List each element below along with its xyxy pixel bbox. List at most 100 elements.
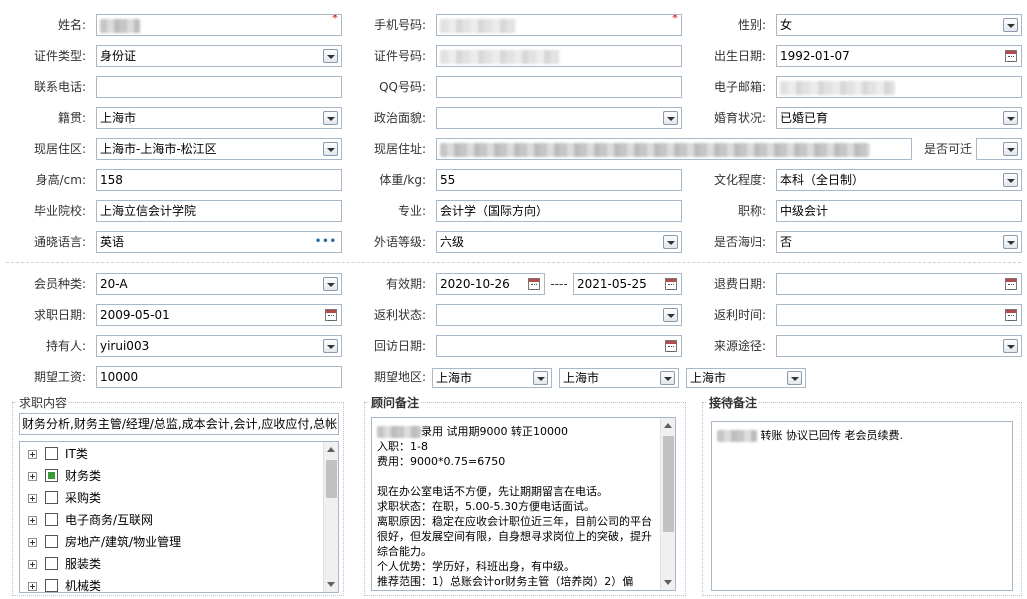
residence-address-field[interactable] — [436, 138, 912, 160]
native-place-select[interactable]: 上海市 — [96, 107, 342, 129]
more-icon[interactable]: ••• — [315, 237, 337, 247]
chevron-down-icon[interactable] — [323, 339, 338, 353]
email-field[interactable] — [776, 76, 1022, 98]
scroll-up-icon[interactable] — [327, 447, 335, 452]
validity-start-field[interactable]: 2020-10-26 — [436, 273, 545, 295]
id-number-field[interactable] — [436, 45, 682, 67]
scroll-down-icon[interactable] — [664, 580, 672, 585]
expand-icon[interactable] — [28, 450, 37, 459]
chevron-down-icon[interactable] — [323, 49, 338, 63]
scroll-thumb[interactable] — [326, 460, 337, 498]
checkbox[interactable] — [45, 447, 58, 460]
expand-icon[interactable] — [28, 472, 37, 481]
advisor-notes-title: 顾问备注 — [369, 394, 422, 411]
residence-district-select[interactable]: 上海市-上海市-松江区 — [96, 138, 342, 160]
school-field[interactable]: 上海立信会计学院 — [96, 200, 342, 222]
relocate-select[interactable] — [976, 138, 1022, 160]
validity-end-field[interactable]: 2021-05-25 — [573, 273, 682, 295]
birth-date-label: 出生日期: — [713, 49, 766, 63]
expand-icon[interactable] — [28, 538, 37, 547]
chevron-down-icon[interactable] — [660, 371, 675, 385]
advisor-notes-textarea[interactable]: 录用 试用期9000 转正10000 入职：1-8 费用：9000*0.75=6… — [371, 417, 676, 591]
checkbox[interactable] — [45, 491, 58, 504]
visit-date-field[interactable] — [436, 335, 682, 357]
member-type-select[interactable]: 20-A — [96, 273, 342, 295]
birth-date-field[interactable]: 1992-01-07 — [776, 45, 1022, 67]
expand-icon[interactable] — [28, 516, 37, 525]
contact-phone-field[interactable] — [96, 76, 342, 98]
language-field[interactable]: 英语 ••• — [96, 231, 342, 253]
chevron-down-icon[interactable] — [533, 371, 548, 385]
checkbox-checked[interactable] — [45, 469, 58, 482]
chevron-down-icon[interactable] — [323, 142, 338, 156]
tree-scrollbar[interactable] — [323, 442, 338, 592]
tree-item-label: 机械类 — [65, 579, 102, 593]
checkbox[interactable] — [45, 513, 58, 526]
chevron-down-icon[interactable] — [1003, 173, 1018, 187]
foreign-level-label: 外语等级: — [373, 235, 426, 249]
calendar-icon[interactable] — [1005, 309, 1017, 321]
chevron-down-icon[interactable] — [1003, 235, 1018, 249]
region-select-3[interactable]: 上海市 — [686, 368, 806, 388]
major-field[interactable]: 会计学（国际方向） — [436, 200, 682, 222]
calendar-icon[interactable] — [1005, 278, 1017, 290]
rebate-time-field[interactable] — [776, 304, 1022, 326]
qq-field[interactable] — [436, 76, 682, 98]
chevron-down-icon[interactable] — [663, 308, 678, 322]
rebate-status-select[interactable] — [436, 304, 682, 326]
holder-value: yirui003 — [100, 339, 150, 353]
overseas-label: 是否海归: — [713, 235, 766, 249]
chevron-down-icon[interactable] — [663, 235, 678, 249]
expand-icon[interactable] — [28, 560, 37, 569]
refund-date-label: 退费日期: — [713, 277, 766, 291]
expand-icon[interactable] — [28, 582, 37, 591]
chevron-down-icon[interactable] — [323, 277, 338, 291]
chevron-down-icon[interactable] — [787, 371, 802, 385]
source-select[interactable] — [776, 335, 1022, 357]
chevron-down-icon[interactable] — [663, 111, 678, 125]
political-status-select[interactable] — [436, 107, 682, 129]
holder-select[interactable]: yirui003 — [96, 335, 342, 357]
foreign-level-select[interactable]: 六级 — [436, 231, 682, 253]
chevron-down-icon[interactable] — [1003, 142, 1018, 156]
marital-status-select[interactable]: 已婚已育 — [776, 107, 1022, 129]
job-date-field[interactable]: 2009-05-01 — [96, 304, 342, 326]
weight-field[interactable]: 55 — [436, 169, 682, 191]
calendar-icon[interactable] — [665, 278, 677, 290]
job-title-value: 中级会计 — [780, 204, 829, 218]
checkbox[interactable] — [45, 535, 58, 548]
job-content-summary[interactable]: 财务分析,财务主管/经理/总监,成本会计,会计,应收应付,总帐 — [19, 413, 339, 435]
height-field[interactable]: 158 — [96, 169, 342, 191]
school-value: 上海立信会计学院 — [100, 204, 197, 218]
expand-icon[interactable] — [28, 494, 37, 503]
overseas-select[interactable]: 否 — [776, 231, 1022, 253]
calendar-icon[interactable] — [1005, 50, 1017, 62]
chevron-down-icon[interactable] — [1003, 18, 1018, 32]
checkbox[interactable] — [45, 579, 58, 592]
scroll-up-icon[interactable] — [664, 423, 672, 428]
mobile-field[interactable]: * — [436, 14, 682, 36]
calendar-icon[interactable] — [325, 309, 337, 321]
salary-field[interactable]: 10000 — [96, 366, 342, 388]
chevron-down-icon[interactable] — [1003, 111, 1018, 125]
marital-status-value: 已婚已育 — [780, 111, 829, 125]
calendar-icon[interactable] — [665, 340, 677, 352]
education-select[interactable]: 本科（全日制） — [776, 169, 1022, 191]
job-title-field[interactable]: 中级会计 — [776, 200, 1022, 222]
region-select-1[interactable]: 上海市 — [432, 368, 552, 388]
scroll-thumb[interactable] — [663, 436, 674, 532]
education-value: 本科（全日制） — [780, 173, 865, 187]
chevron-down-icon[interactable] — [1003, 339, 1018, 353]
name-field[interactable]: * — [96, 14, 342, 36]
language-label: 通晓语言: — [33, 235, 86, 249]
id-type-select[interactable]: 身份证 — [96, 45, 342, 67]
region-select-2[interactable]: 上海市 — [559, 368, 679, 388]
scroll-down-icon[interactable] — [327, 582, 335, 587]
chevron-down-icon[interactable] — [323, 111, 338, 125]
gender-select[interactable]: 女 — [776, 14, 1022, 36]
notes-scrollbar[interactable] — [660, 418, 675, 590]
reception-notes-textarea[interactable]: 转账 协议已回传 老会员续费. — [711, 421, 1013, 591]
refund-date-field[interactable] — [776, 273, 1022, 295]
checkbox[interactable] — [45, 557, 58, 570]
calendar-icon[interactable] — [528, 278, 540, 290]
